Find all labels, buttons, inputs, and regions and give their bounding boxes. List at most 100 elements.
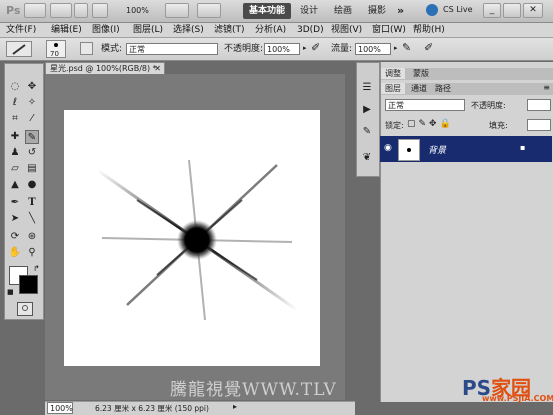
mini-bridge-button[interactable] xyxy=(50,3,72,18)
marquee-tool-icon[interactable]: ◌ xyxy=(8,80,22,94)
brush-tip-icon xyxy=(54,43,58,47)
lasso-tool-icon[interactable]: ℓ xyxy=(8,96,22,110)
path-selection-tool-icon[interactable]: ➤ xyxy=(8,212,22,226)
menu-filter[interactable]: 滤镜(T) xyxy=(214,23,245,37)
flow-dropdown-icon[interactable]: ▸ xyxy=(394,44,398,52)
mode-select[interactable]: 正常 xyxy=(126,43,218,55)
eraser-tool-icon[interactable]: ▱ xyxy=(8,162,22,176)
tablet-pressure-size-icon[interactable]: ✐ xyxy=(424,41,433,54)
move-tool-icon[interactable]: ✥ xyxy=(25,80,39,94)
tool-preset-picker[interactable] xyxy=(6,41,32,57)
status-zoom-value: 100% xyxy=(50,404,73,413)
menu-window[interactable]: 窗口(W) xyxy=(372,23,406,37)
crop-tool-icon[interactable]: ⌗ xyxy=(8,112,22,126)
menu-file[interactable]: 文件(F) xyxy=(6,23,36,37)
brush-picker[interactable]: 70 xyxy=(46,40,66,58)
menu-bar: 文件(F) 编辑(E) 图像(I) 图层(L) 选择(S) 滤镜(T) 分析(A… xyxy=(0,23,553,38)
zoom-level[interactable]: 100% xyxy=(126,6,149,15)
app-logo: Ps xyxy=(6,4,21,17)
layer-row-background[interactable]: ◉ 背景 ▪ xyxy=(380,136,552,162)
blur-tool-icon[interactable]: ▲ xyxy=(8,178,22,192)
brush-size: 70 xyxy=(50,50,59,58)
default-colors-icon[interactable]: ■ xyxy=(7,288,14,296)
quick-mask-circle xyxy=(22,305,28,311)
tablet-pressure-opacity-icon[interactable]: ✐ xyxy=(311,41,320,54)
status-bar: 100% 6.23 厘米 x 6.23 厘米 (150 ppi) ▸ xyxy=(45,401,355,415)
bridge-button[interactable] xyxy=(24,3,46,18)
zoom-tool-icon[interactable]: ⚲ xyxy=(25,246,39,260)
logo-url: www.PSJIA.COM xyxy=(482,394,553,403)
menu-select[interactable]: 选择(S) xyxy=(173,23,204,37)
layer-opacity-input[interactable] xyxy=(527,99,551,111)
history-brush-tool-icon[interactable]: ↺ xyxy=(25,146,39,160)
actions-panel-icon[interactable]: ▶ xyxy=(360,103,374,117)
toolbox: ◌ ✥ ℓ ✧ ⌗ ⁄ ✚ ✎ ♟ ↺ ▱ ▤ ▲ ● ✒ T ➤ ╲ ⟳ ⊛ … xyxy=(4,63,44,320)
tab-channels[interactable]: 通道 xyxy=(407,83,431,94)
3d-rotate-tool-icon[interactable]: ⟳ xyxy=(8,230,22,244)
eye-icon[interactable]: ◉ xyxy=(384,143,392,153)
quick-select-tool-icon[interactable]: ✧ xyxy=(25,96,39,110)
shape-tool-icon[interactable]: ╲ xyxy=(25,212,39,226)
eyedropper-tool-icon[interactable]: ⁄ xyxy=(25,112,39,126)
brush-panel-toggle-icon[interactable] xyxy=(80,42,93,55)
image-canvas[interactable] xyxy=(64,110,320,366)
layer-opacity-label: 不透明度: xyxy=(471,101,506,110)
clone-stamp-tool-icon[interactable]: ♟ xyxy=(8,146,22,160)
healing-brush-tool-icon[interactable]: ✚ xyxy=(8,130,22,144)
menu-analysis[interactable]: 分析(A) xyxy=(255,23,286,37)
swap-colors-icon[interactable]: ↱ xyxy=(33,264,40,273)
fill-input[interactable] xyxy=(527,119,551,131)
menu-help[interactable]: 帮助(H) xyxy=(413,23,445,37)
document-title: 星光.psd @ 100%(RGB/8) * xyxy=(50,64,157,73)
menu-view[interactable]: 视图(V) xyxy=(331,23,362,37)
options-bar: 70 模式: 正常 不透明度: 100% ▸ ✐ 流量: 100% ▸ ✎ ✐ xyxy=(0,38,553,61)
close-button[interactable]: ✕ xyxy=(523,3,543,18)
tab-adjustments[interactable]: 调整 xyxy=(381,68,405,79)
cslive-button[interactable]: CS Live xyxy=(443,5,473,14)
workspace-essentials[interactable]: 基本功能 xyxy=(243,3,292,19)
view-extras-button[interactable] xyxy=(92,3,108,18)
dodge-tool-icon[interactable]: ● xyxy=(25,178,39,192)
flow-input[interactable]: 100% xyxy=(355,43,391,55)
opacity-dropdown-icon[interactable]: ▸ xyxy=(303,44,307,52)
tab-layers[interactable]: 图层 xyxy=(381,83,405,94)
document-dimensions: 6.23 厘米 x 6.23 厘米 (150 ppi) xyxy=(95,404,209,413)
gradient-tool-icon[interactable]: ▤ xyxy=(25,162,39,176)
screen-mode-button[interactable] xyxy=(197,3,221,18)
quick-mask-icon[interactable] xyxy=(17,302,33,316)
menu-edit[interactable]: 编辑(E) xyxy=(51,23,82,37)
3d-orbit-tool-icon[interactable]: ⊛ xyxy=(25,230,39,244)
brush-presets-panel-icon[interactable]: ✎ xyxy=(360,125,374,139)
opacity-input[interactable]: 100% xyxy=(264,43,300,55)
blend-mode-select[interactable]: 正常 xyxy=(385,99,465,111)
menu-layer[interactable]: 图层(L) xyxy=(133,23,163,37)
pen-tool-icon[interactable]: ✒ xyxy=(8,196,22,210)
more-workspaces-button[interactable]: » xyxy=(397,4,404,17)
type-tool-icon[interactable]: T xyxy=(25,196,39,210)
document-tab[interactable]: 星光.psd @ 100%(RGB/8) * ✕ xyxy=(45,62,165,74)
status-menu-arrow-icon[interactable]: ▸ xyxy=(233,402,237,411)
panel-menu-icon[interactable]: ≡ xyxy=(543,83,550,92)
background-color-swatch[interactable] xyxy=(19,275,38,294)
paragraph-panel-icon[interactable]: ❦ xyxy=(360,151,374,165)
watermark-text: 騰龍視覺WWW.TLV xyxy=(170,380,337,400)
tab-paths[interactable]: 路径 xyxy=(431,83,455,94)
menu-image[interactable]: 图像(I) xyxy=(92,23,120,37)
brush-tool-icon[interactable]: ✎ xyxy=(25,130,39,144)
extras-button[interactable] xyxy=(74,3,88,18)
tab-masks[interactable]: 蒙版 xyxy=(409,68,433,79)
minimize-button[interactable]: _ xyxy=(483,3,501,18)
workspace-painting[interactable]: 绘画 xyxy=(328,3,358,19)
workspace-design[interactable]: 设计 xyxy=(294,3,324,19)
hand-tool-icon[interactable]: ✋ xyxy=(8,246,22,260)
status-zoom-input[interactable]: 100% xyxy=(47,402,73,414)
right-panel-stack: 调整 蒙版 图层 通道 路径 ≡ 正常 不透明度: 锁定: ▢✎✥🔒 填充: xyxy=(380,62,553,402)
arrange-documents-button[interactable] xyxy=(165,3,189,18)
workspace-photography[interactable]: 摄影 xyxy=(362,3,392,19)
airbrush-icon[interactable]: ✎ xyxy=(402,41,411,54)
history-panel-icon[interactable]: ☰ xyxy=(360,81,374,95)
layer-name: 背景 xyxy=(428,146,447,156)
lock-options-icons[interactable]: ▢✎✥🔒 xyxy=(407,119,454,129)
restore-button[interactable] xyxy=(503,3,521,18)
menu-3d[interactable]: 3D(D) xyxy=(297,23,324,37)
